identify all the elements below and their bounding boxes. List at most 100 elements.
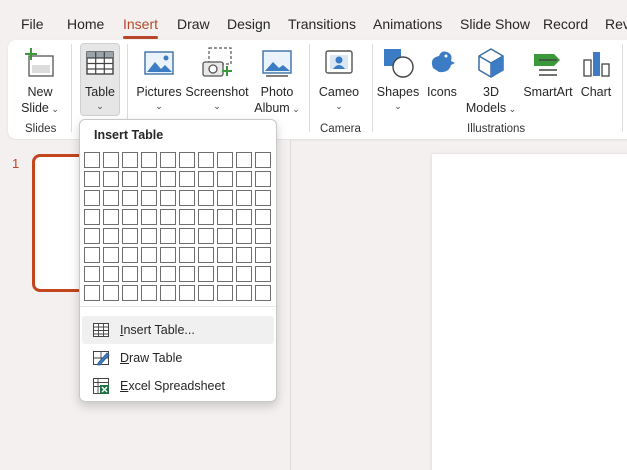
table-grid-cell[interactable] (255, 285, 271, 301)
table-grid-cell[interactable] (122, 247, 138, 263)
table-grid-cell[interactable] (198, 247, 214, 263)
table-grid-cell[interactable] (141, 171, 157, 187)
excel-spreadsheet-item[interactable]: Excel Spreadsheet (82, 372, 274, 400)
slide-canvas[interactable] (432, 154, 627, 470)
table-grid-cell[interactable] (179, 171, 195, 187)
table-grid-cell[interactable] (198, 209, 214, 225)
draw-table-item[interactable]: Draw Table (82, 344, 274, 372)
table-grid-cell[interactable] (217, 209, 233, 225)
table-grid-cell[interactable] (255, 209, 271, 225)
table-grid-cell[interactable] (103, 247, 119, 263)
table-grid-cell[interactable] (236, 190, 252, 206)
table-grid-cell[interactable] (160, 266, 176, 282)
table-grid-cell[interactable] (198, 285, 214, 301)
cameo-button[interactable]: Cameo ⌄ (317, 46, 361, 111)
table-grid-cell[interactable] (141, 209, 157, 225)
table-grid-cell[interactable] (84, 228, 100, 244)
tab-design[interactable]: Design (227, 16, 271, 32)
table-grid-cell[interactable] (236, 247, 252, 263)
tab-insert[interactable]: Insert (123, 16, 159, 39)
table-grid-cell[interactable] (236, 285, 252, 301)
table-grid-cell[interactable] (217, 247, 233, 263)
table-grid-cell[interactable] (122, 209, 138, 225)
table-grid-cell[interactable] (160, 247, 176, 263)
table-grid-cell[interactable] (236, 228, 252, 244)
photo-album-button[interactable]: Photo Album ⌄ (254, 46, 300, 116)
table-grid-cell[interactable] (255, 247, 271, 263)
table-grid-cell[interactable] (217, 152, 233, 168)
table-grid-cell[interactable] (103, 285, 119, 301)
smartart-button[interactable]: SmartArt (522, 46, 574, 100)
table-grid-cell[interactable] (160, 228, 176, 244)
table-grid-cell[interactable] (141, 228, 157, 244)
table-grid-cell[interactable] (122, 285, 138, 301)
table-grid-cell[interactable] (217, 190, 233, 206)
tab-draw[interactable]: Draw (177, 16, 210, 32)
table-grid-cell[interactable] (160, 171, 176, 187)
insert-table-item[interactable]: Insert Table... (82, 316, 274, 344)
table-grid-cell[interactable] (103, 171, 119, 187)
table-grid-cell[interactable] (103, 152, 119, 168)
table-grid-cell[interactable] (84, 209, 100, 225)
table-grid-cell[interactable] (141, 247, 157, 263)
table-grid-cell[interactable] (198, 171, 214, 187)
table-grid-cell[interactable] (84, 285, 100, 301)
table-grid-cell[interactable] (255, 228, 271, 244)
table-grid-cell[interactable] (84, 171, 100, 187)
table-grid-cell[interactable] (179, 285, 195, 301)
table-grid-cell[interactable] (179, 228, 195, 244)
tab-slide-show[interactable]: Slide Show (460, 16, 530, 32)
tab-file[interactable]: File (21, 16, 44, 32)
table-grid-cell[interactable] (160, 285, 176, 301)
table-grid-cell[interactable] (122, 171, 138, 187)
table-grid-cell[interactable] (217, 171, 233, 187)
table-grid-cell[interactable] (255, 266, 271, 282)
table-grid-cell[interactable] (179, 209, 195, 225)
table-grid-cell[interactable] (255, 190, 271, 206)
table-grid-cell[interactable] (217, 285, 233, 301)
shapes-button[interactable]: Shapes ⌄ (377, 46, 419, 111)
table-grid-cell[interactable] (160, 190, 176, 206)
tab-transitions[interactable]: Transitions (288, 16, 356, 32)
tab-animations[interactable]: Animations (373, 16, 442, 32)
table-grid-cell[interactable] (103, 209, 119, 225)
table-grid-cell[interactable] (236, 152, 252, 168)
pictures-button[interactable]: Pictures ⌄ (134, 46, 184, 111)
table-grid-cell[interactable] (179, 152, 195, 168)
tab-review[interactable]: Rev (605, 16, 627, 32)
table-grid-cell[interactable] (236, 266, 252, 282)
table-grid-cell[interactable] (141, 152, 157, 168)
table-grid-cell[interactable] (84, 247, 100, 263)
table-grid-cell[interactable] (103, 190, 119, 206)
new-slide-button[interactable]: New Slide ⌄ (20, 46, 60, 116)
table-grid-cell[interactable] (141, 190, 157, 206)
table-grid-cell[interactable] (122, 152, 138, 168)
table-grid-cell[interactable] (179, 190, 195, 206)
table-grid-cell[interactable] (122, 190, 138, 206)
table-grid-cell[interactable] (103, 228, 119, 244)
table-grid-cell[interactable] (84, 266, 100, 282)
table-grid-cell[interactable] (255, 171, 271, 187)
table-grid-cell[interactable] (160, 152, 176, 168)
3d-models-button[interactable]: 3D Models ⌄ (466, 46, 516, 116)
table-grid-cell[interactable] (255, 152, 271, 168)
table-grid-cell[interactable] (84, 152, 100, 168)
table-grid-cell[interactable] (160, 209, 176, 225)
chart-button[interactable]: Chart (578, 46, 614, 100)
table-grid-cell[interactable] (217, 266, 233, 282)
table-button[interactable]: Table ⌄ (80, 43, 120, 116)
table-grid-cell[interactable] (236, 209, 252, 225)
table-grid-cell[interactable] (236, 171, 252, 187)
table-grid-cell[interactable] (179, 247, 195, 263)
table-grid-cell[interactable] (103, 266, 119, 282)
table-grid-cell[interactable] (122, 228, 138, 244)
table-grid-cell[interactable] (122, 266, 138, 282)
table-grid-cell[interactable] (198, 152, 214, 168)
table-grid-cell[interactable] (198, 190, 214, 206)
tab-home[interactable]: Home (67, 16, 104, 32)
pane-divider[interactable] (290, 140, 291, 470)
icons-button[interactable]: Icons (423, 46, 461, 100)
table-grid-cell[interactable] (217, 228, 233, 244)
table-grid-cell[interactable] (84, 190, 100, 206)
table-grid-cell[interactable] (198, 266, 214, 282)
